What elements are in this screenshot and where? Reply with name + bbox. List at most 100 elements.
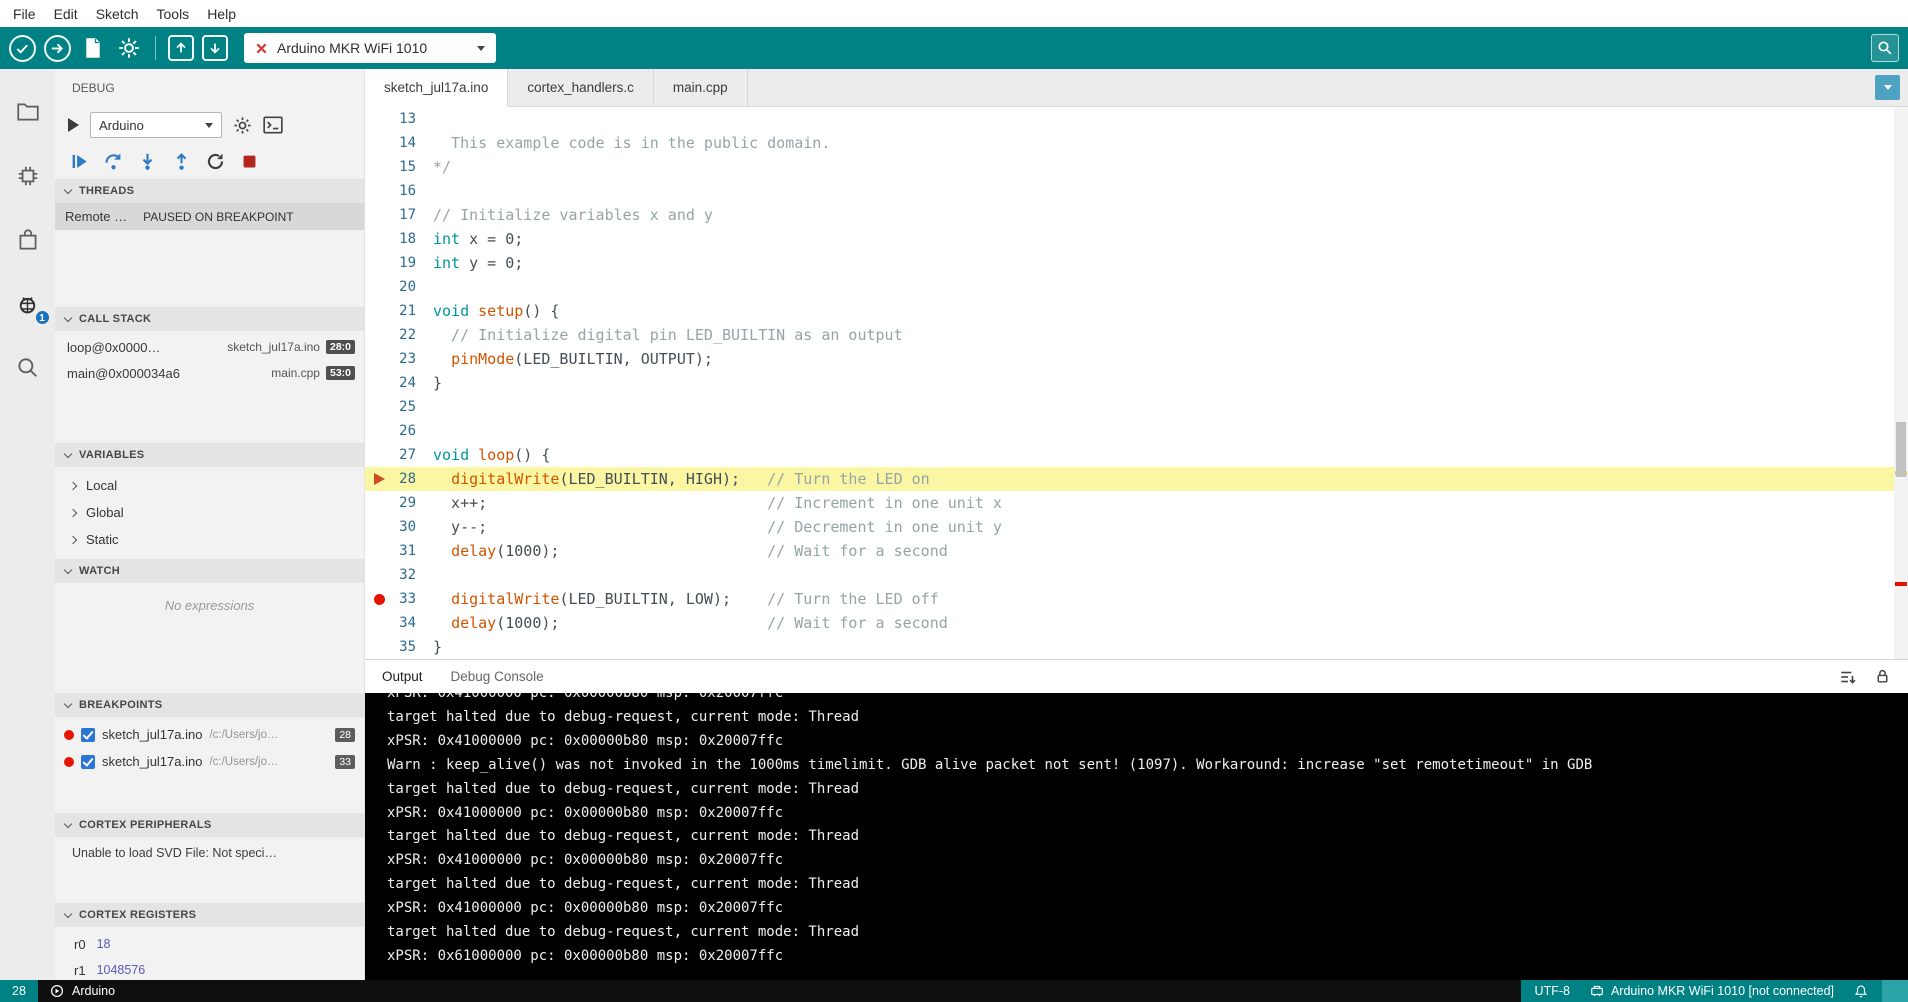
- tab-cortex_handlers.c[interactable]: cortex_handlers.c: [508, 69, 654, 106]
- register-row-r1[interactable]: r1 1048576: [55, 957, 364, 980]
- menu-item-help[interactable]: Help: [198, 0, 245, 27]
- sidebar-title: DEBUG: [72, 81, 115, 95]
- gutter[interactable]: [365, 131, 393, 155]
- gutter[interactable]: [365, 563, 393, 587]
- bell-icon[interactable]: [1854, 984, 1868, 999]
- section-header-threads[interactable]: THREADS: [55, 179, 364, 203]
- open-button[interactable]: [168, 35, 194, 61]
- call-stack-frame[interactable]: main@0x000034a6 main.cpp 53:0: [55, 360, 364, 386]
- thread-row[interactable]: Remote … PAUSED ON BREAKPOINT: [55, 203, 364, 230]
- output-tab-debug-console[interactable]: Debug Console: [451, 669, 544, 684]
- board-selector[interactable]: Arduino MKR WiFi 1010: [244, 33, 496, 63]
- tab-main.cpp[interactable]: main.cpp: [653, 69, 748, 106]
- gutter[interactable]: [365, 107, 393, 131]
- section-header-cortex-registers[interactable]: CORTEX REGISTERS: [55, 903, 364, 927]
- gutter[interactable]: [365, 515, 393, 539]
- register-row-r0[interactable]: r0 18: [55, 931, 364, 957]
- tab-overflow-button[interactable]: [1875, 75, 1900, 100]
- code-line-30: 30 y--; // Decrement in one unit y: [365, 515, 1908, 539]
- breakpoint-item[interactable]: sketch_jul17a.ino/c:/Users/jo… 28: [55, 721, 364, 748]
- gutter[interactable]: [365, 443, 393, 467]
- step-over-button[interactable]: [104, 152, 123, 171]
- gutter[interactable]: [365, 323, 393, 347]
- code-editor[interactable]: 13 14 This example code is in the public …: [365, 107, 1908, 659]
- gutter[interactable]: [365, 395, 393, 419]
- section-header-variables[interactable]: VARIABLES: [55, 443, 364, 467]
- status-line-indicator[interactable]: 28: [0, 980, 38, 1002]
- sidebar-item-search[interactable]: [13, 353, 43, 383]
- verify-button[interactable]: [9, 34, 36, 62]
- status-board[interactable]: Arduino MKR WiFi 1010 [not connected]: [1590, 984, 1834, 998]
- gutter[interactable]: [365, 179, 393, 203]
- gutter[interactable]: [365, 611, 393, 635]
- start-debug-icon[interactable]: [68, 118, 79, 132]
- autoscroll-icon[interactable]: [1839, 668, 1857, 686]
- code-text: digitalWrite(LED_BUILTIN, LOW); // Turn …: [451, 590, 939, 608]
- breakpoint-checkbox[interactable]: [81, 727, 95, 742]
- status-debug-session[interactable]: Arduino: [38, 980, 1521, 1002]
- sidebar-item-library-manager[interactable]: [13, 225, 43, 255]
- continue-button[interactable]: [70, 152, 89, 171]
- call-stack-frame[interactable]: loop@0x0000… sketch_jul17a.ino 28:0: [55, 334, 364, 360]
- step-into-button[interactable]: [138, 152, 157, 171]
- debug-button[interactable]: [115, 34, 143, 62]
- section-header-breakpoints[interactable]: BREAKPOINTS: [55, 693, 364, 717]
- breakpoint-item[interactable]: sketch_jul17a.ino/c:/Users/jo… 33: [55, 748, 364, 775]
- gutter[interactable]: [365, 227, 393, 251]
- save-button[interactable]: [202, 35, 228, 61]
- editor-column: sketch_jul17a.ino cortex_handlers.c main.c…: [365, 69, 1908, 980]
- variable-group-static[interactable]: Static: [55, 526, 364, 553]
- status-corner[interactable]: [1882, 980, 1908, 1002]
- status-encoding[interactable]: UTF-8: [1535, 984, 1570, 998]
- chevron-down-icon: [63, 909, 73, 918]
- sidebar-item-debug[interactable]: 1: [13, 289, 51, 326]
- gutter[interactable]: [365, 419, 393, 443]
- debug-config-select[interactable]: Arduino: [90, 112, 222, 138]
- cortex-peripherals-message: Unable to load SVD File: Not speci…: [72, 846, 277, 860]
- scrollbar-thumb[interactable]: [1896, 421, 1906, 477]
- tab-sketch_jul17a.ino[interactable]: sketch_jul17a.ino: [365, 69, 509, 107]
- menu-item-file[interactable]: File: [4, 0, 45, 27]
- code-text: delay(1000); // Wait for a second: [451, 542, 948, 560]
- gutter[interactable]: [365, 371, 393, 395]
- step-out-button[interactable]: [172, 152, 191, 171]
- stop-button[interactable]: [240, 152, 259, 171]
- editor-scrollbar[interactable]: [1894, 107, 1908, 659]
- variable-group-global[interactable]: Global: [55, 499, 364, 526]
- gutter[interactable]: [365, 275, 393, 299]
- gear-icon[interactable]: [233, 116, 252, 135]
- breakpoint-checkbox[interactable]: [81, 754, 95, 769]
- serial-monitor-button[interactable]: [1871, 34, 1899, 62]
- chevron-down-icon: [63, 313, 73, 322]
- menu-item-tools[interactable]: Tools: [148, 0, 199, 27]
- status-right: UTF-8 Arduino MKR WiFi 1010 [not connect…: [1520, 980, 1882, 1002]
- code-line-34: 34 delay(1000); // Wait for a second: [365, 611, 1908, 635]
- menu-item-sketch[interactable]: Sketch: [87, 0, 148, 27]
- breakpoint-line-badge: 33: [335, 754, 355, 769]
- gutter[interactable]: [365, 635, 393, 659]
- gutter[interactable]: [365, 251, 393, 275]
- restart-button[interactable]: [206, 152, 225, 171]
- upload-button[interactable]: [44, 34, 71, 62]
- breakpoint-gutter[interactable]: [365, 587, 393, 611]
- sidebar-item-sketchbook[interactable]: [13, 97, 43, 127]
- new-sketch-button[interactable]: [79, 34, 107, 62]
- gutter[interactable]: [365, 491, 393, 515]
- section-header-watch[interactable]: WATCH: [55, 559, 364, 583]
- gutter[interactable]: [365, 155, 393, 179]
- gutter[interactable]: [365, 203, 393, 227]
- sidebar-item-boards-manager[interactable]: [13, 161, 43, 191]
- gutter[interactable]: [365, 539, 393, 563]
- debug-console-icon[interactable]: [263, 116, 283, 134]
- variable-group-local[interactable]: Local: [55, 472, 364, 499]
- lock-icon[interactable]: [1874, 668, 1891, 685]
- frame-file: main.cpp: [271, 366, 320, 380]
- menu-item-edit[interactable]: Edit: [45, 0, 87, 27]
- paused-arrow-gutter[interactable]: [365, 467, 393, 491]
- code-text: y--; // Decrement in one unit y: [433, 518, 1002, 536]
- gutter[interactable]: [365, 347, 393, 371]
- section-header-cortex-peripherals[interactable]: CORTEX PERIPHERALS: [55, 813, 364, 837]
- gutter[interactable]: [365, 299, 393, 323]
- section-header-call-stack[interactable]: CALL STACK: [55, 307, 364, 331]
- output-tab-output[interactable]: Output: [382, 669, 423, 684]
